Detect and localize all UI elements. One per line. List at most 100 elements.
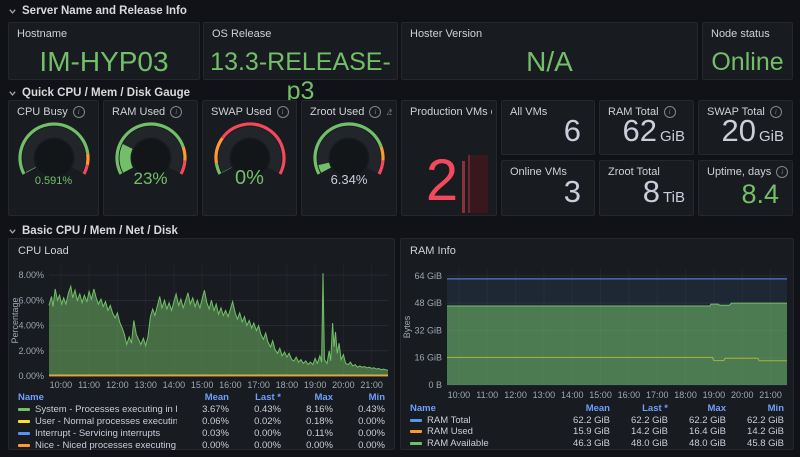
legend-value: 0.06% [177,416,229,427]
sparkline-bar [462,161,465,213]
x-tick-label: 15:00 [191,380,214,390]
legend-column-header[interactable]: Mean [177,392,229,403]
panel-title[interactable]: Zroot Usedi⚠ [310,106,392,118]
panel-hoster-version: Hoster Version N/A [401,22,698,80]
legend-row[interactable]: RAM Available46.3 GiB48.0 GiB48.0 GiB45.… [410,438,784,450]
y-axis-title: Bytes [402,315,412,338]
legend-column-header[interactable]: Max [668,403,726,414]
legend-swatch [410,430,422,433]
info-icon[interactable]: i [73,106,85,118]
legend-column-header[interactable]: Min [726,403,784,414]
panel-title[interactable]: SWAP Usedi [211,106,292,118]
panel-uptime: Uptime, daysi 8.4 [698,160,793,216]
y-tick-label: 2.00% [18,346,44,356]
legend-row[interactable]: Interrupt - Servicing interrupts0.03%0.0… [18,427,385,439]
panel-cpu-load: CPU Load 0.00%2.00%4.00%6.00%8.00%10:001… [8,238,395,450]
legend-swatch [410,419,422,422]
panel-title[interactable]: Hostname [17,28,195,40]
legend-value: 0.43% [333,404,385,415]
legend-column-header[interactable]: Max [281,392,333,403]
legend-value: 0.00% [229,428,281,439]
legend-value: 0.00% [333,416,385,427]
cpu-busy-gauge [12,121,96,181]
x-tick-label: 14:00 [561,390,584,400]
legend-row[interactable]: RAM Total62.2 GiB62.2 GiB62.2 GiB62.2 Gi… [410,415,784,427]
legend-swatch [18,420,30,423]
legend-column-header[interactable]: Mean [552,403,610,414]
x-tick-label: 13:00 [533,390,556,400]
panel-node-status: Node status Online [702,22,793,80]
panel-title[interactable]: RAM Usedi [112,106,193,118]
panel-title[interactable]: RAM Info [410,245,456,257]
stat-value: 6 [564,113,581,149]
gauge-value: 0% [203,167,296,190]
y-tick-label: 48 GiB [414,298,442,308]
legend-value: 0.00% [229,440,281,451]
legend-row[interactable]: Nice - Niced processes executing in user… [18,439,385,451]
legend-value: 14.2 GiB [610,426,668,437]
panel-title[interactable]: Production VMs offlin [410,106,492,118]
gauge-threshold-arc [84,165,87,174]
x-tick-label: 21:00 [759,390,782,400]
y-tick-label: 64 GiB [414,271,442,281]
section-header-gauges[interactable]: Quick CPU / Mem / Disk Gauge [8,86,190,100]
y-tick-label: 4.00% [18,321,44,331]
y-axis-title: Percentage [10,297,20,343]
plot-area: 0 B16 GiB32 GiB48 GiB64 GiB10:0011:0012:… [401,239,793,403]
x-tick-label: 10:00 [50,380,73,390]
plot-area: 0.00%2.00%4.00%6.00%8.00%10:0011:0012:00… [9,239,394,391]
section-header-basic[interactable]: Basic CPU / Mem / Net / Disk [8,224,178,238]
x-tick-label: 18:00 [674,390,697,400]
legend-row[interactable]: System - Processes executing in kernel m… [18,403,385,415]
panel-title[interactable]: Uptime, daysi [707,166,788,178]
legend-swatch [18,432,30,435]
info-icon[interactable]: i [277,106,289,118]
chevron-down-icon [8,7,17,16]
legend-value: 62.2 GiB [726,415,784,426]
legend-column-header[interactable]: Min [333,392,385,403]
panel-ram-info: RAM Info 0 B16 GiB32 GiB48 GiB64 GiB10:0… [400,238,794,450]
stat-value: 3 [564,174,581,210]
x-tick-label: 17:00 [247,380,270,390]
warning-icon[interactable]: ⚠ [386,107,392,117]
legend-column-header[interactable]: Last * [610,403,668,414]
panel-title[interactable]: CPU Load [18,245,69,257]
info-icon[interactable]: i [170,106,182,118]
panel-cpu-busy-gauge: CPU Busyi 0.591% [8,100,99,216]
panel-all-vms: All VMs 6 [501,100,595,155]
x-tick-label: 10:00 [448,390,471,400]
legend-column-header[interactable]: Last * [229,392,281,403]
info-icon[interactable]: i [776,166,788,178]
x-tick-label: 18:00 [276,380,299,390]
info-icon[interactable]: i [369,106,381,118]
section-header-server-info[interactable]: Server Name and Release Info [8,4,187,18]
hoster-version-value: N/A [402,46,697,78]
legend-value: 0.43% [229,404,281,415]
ram-info-chart[interactable]: 0 B16 GiB32 GiB48 GiB64 GiB10:0011:0012:… [401,239,793,408]
legend-swatch [18,444,30,447]
series-fill-RAM Available [447,303,787,385]
panel-title[interactable]: OS Release [212,28,393,40]
legend-value: 0.11% [281,428,333,439]
panel-title[interactable]: CPU Busyi [17,106,94,118]
panel-os-release: OS Release 13.3-RELEASE-p3 [203,22,398,80]
chevron-down-icon [8,227,17,236]
panel-swap-used-gauge: SWAP Usedi 0% [202,100,297,216]
legend-swatch [18,408,30,411]
stat-value: 8TiB [643,174,685,210]
legend-swatch [410,442,422,445]
cpu-load-chart[interactable]: 0.00%2.00%4.00%6.00%8.00%10:0011:0012:00… [9,239,394,396]
panel-ram-used-gauge: RAM Usedi 23% [103,100,198,216]
panel-zroot-total: Zroot Total 8TiB [599,160,694,216]
legend-value: 0.00% [333,428,385,439]
grafana-dashboard: Server Name and Release Info Hostname IM… [0,0,800,457]
panel-title[interactable]: Node status [711,28,788,40]
legend-value: 46.3 GiB [552,438,610,449]
legend-header: NameMeanLast *MaxMin [18,391,385,403]
panel-title[interactable]: Hoster Version [410,28,693,40]
legend-row[interactable]: User - Normal processes executing in use… [18,415,385,427]
hostname-value: IM-HYP03 [9,46,199,78]
legend-row[interactable]: RAM Used15.9 GiB14.2 GiB16.4 GiB14.2 GiB [410,426,784,438]
gauge-value: 6.34% [302,172,396,187]
x-tick-label: 15:00 [589,390,612,400]
